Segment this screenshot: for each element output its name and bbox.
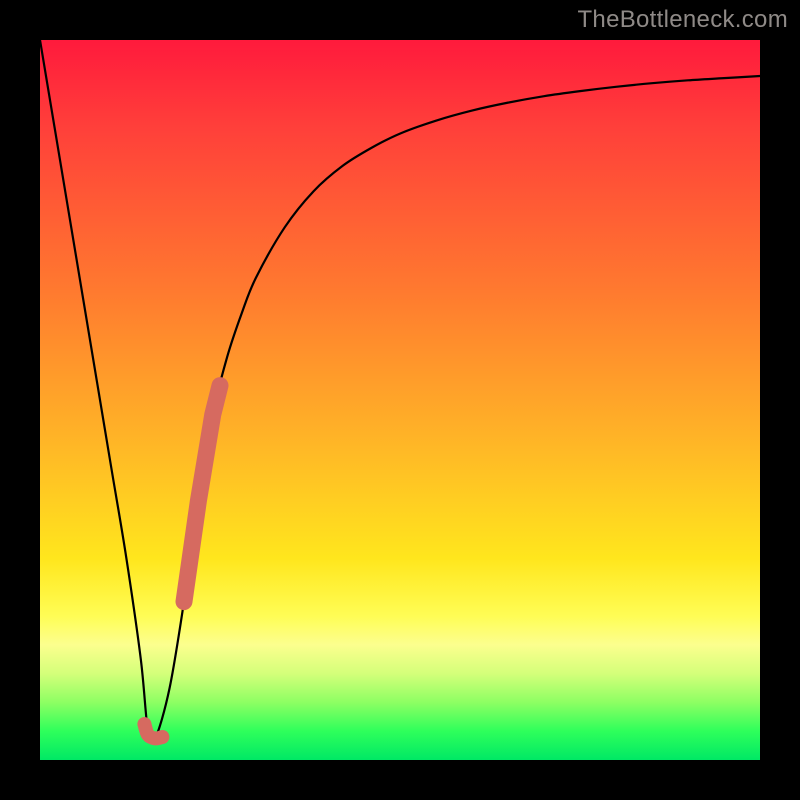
bottleneck-curve [40, 40, 760, 743]
chart-frame: TheBottleneck.com [0, 0, 800, 800]
highlight-rise [184, 386, 220, 602]
plot-area [40, 40, 760, 760]
watermark-text: TheBottleneck.com [577, 6, 788, 34]
curves-svg [40, 40, 760, 760]
